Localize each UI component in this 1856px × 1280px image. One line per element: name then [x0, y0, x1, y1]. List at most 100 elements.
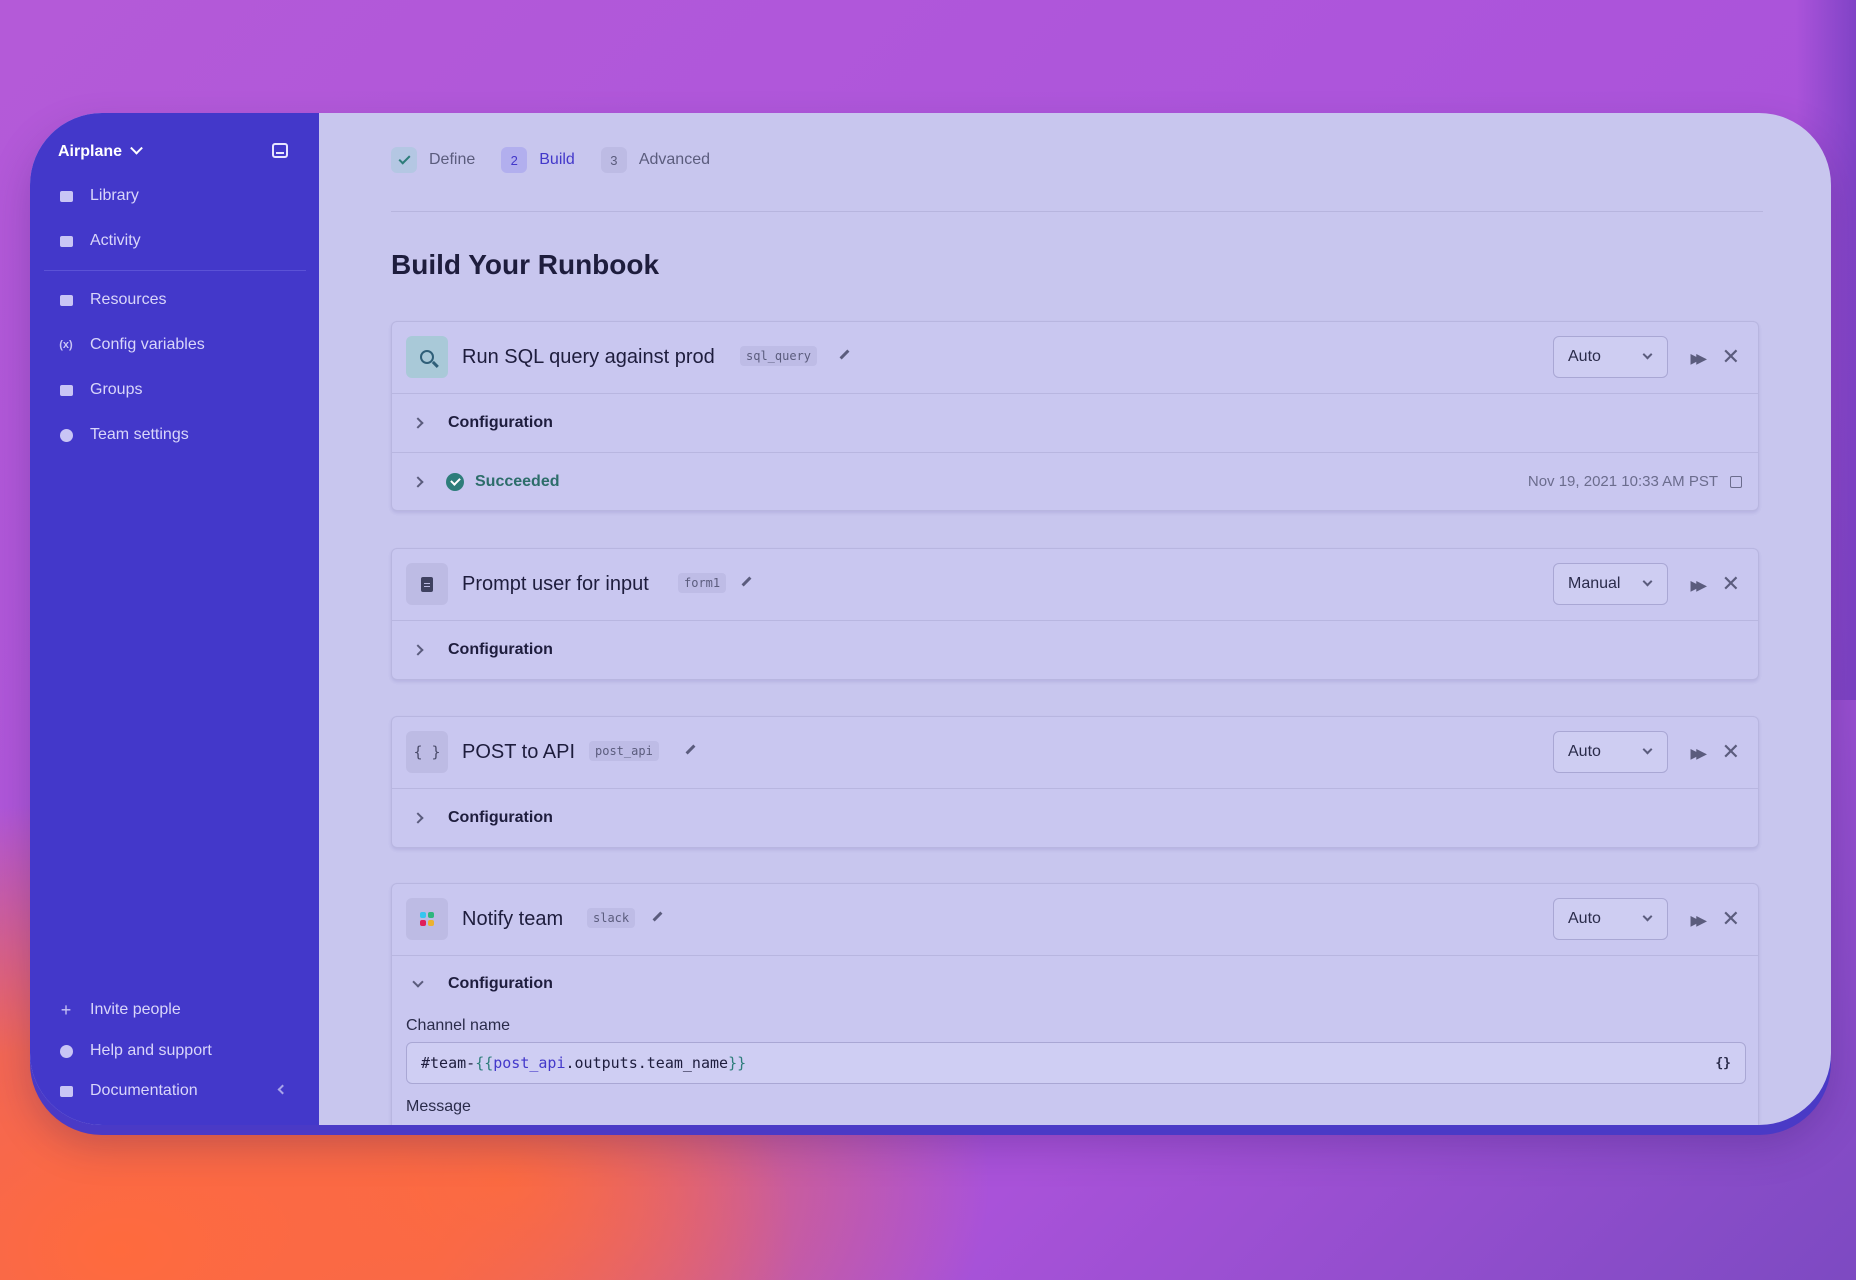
- step-define[interactable]: Define: [391, 147, 475, 173]
- pencil-icon[interactable]: [682, 743, 696, 757]
- sidebar-item-library[interactable]: Library: [58, 181, 298, 211]
- configuration-toggle[interactable]: Configuration: [392, 621, 1758, 679]
- block-slug: form1: [678, 573, 727, 593]
- channel-name-label: Channel name: [406, 1017, 511, 1034]
- sidebar-item-label: Library: [90, 187, 139, 204]
- collapse-sidebar-icon[interactable]: [277, 1084, 288, 1095]
- stepper-divider: [391, 211, 1763, 212]
- fast-forward-icon[interactable]: ▶▶: [1690, 577, 1706, 594]
- sidebar-item-help[interactable]: Help and support: [58, 1036, 298, 1066]
- users-icon: [58, 382, 74, 398]
- fast-forward-icon[interactable]: ▶▶: [1690, 912, 1706, 929]
- run-mode-select[interactable]: Auto: [1553, 731, 1668, 773]
- sidebar: Airplane Library Activity Resources (x) …: [30, 113, 319, 1125]
- template-close: }}: [728, 1054, 747, 1072]
- step-build[interactable]: 2 Build: [501, 147, 575, 173]
- stepper: Define 2 Build 3 Advanced: [391, 147, 736, 173]
- template-open: {{: [475, 1054, 494, 1072]
- workspace-name: Airplane: [58, 143, 123, 160]
- template-icon[interactable]: {}: [1715, 1056, 1731, 1071]
- template-ref: post_api: [493, 1054, 566, 1072]
- variable-icon: (x): [59, 339, 73, 351]
- chevron-right-icon: [412, 475, 424, 488]
- run-status-row[interactable]: Succeeded Nov 19, 2021 10:33 AM PST: [392, 452, 1758, 510]
- sidebar-item-team-settings[interactable]: Team settings: [58, 420, 298, 450]
- code-braces-icon: { }: [406, 731, 448, 773]
- run-mode-select[interactable]: Manual: [1553, 563, 1668, 605]
- block-header: Run SQL query against prod sql_query Aut…: [392, 322, 1758, 394]
- chevron-right-icon: [412, 644, 424, 656]
- step-label: Build: [539, 151, 575, 168]
- run-mode-value: Auto: [1568, 348, 1601, 365]
- channel-prefix: #team-: [421, 1054, 476, 1072]
- chevron-down-icon: [1642, 744, 1653, 755]
- step-badge: [391, 147, 417, 173]
- check-circle-icon: [446, 472, 464, 491]
- docs-icon: [58, 1083, 74, 1099]
- run-mode-select[interactable]: Auto: [1553, 898, 1668, 940]
- sidebar-item-label: Config variables: [90, 336, 205, 353]
- chevron-down-icon: [1642, 576, 1653, 587]
- block-card-form1: Prompt user for input form1 Manual ▶▶ ✕ …: [391, 548, 1759, 680]
- sidebar-item-invite-people[interactable]: + Invite people: [58, 995, 298, 1025]
- sidebar-divider: [44, 270, 306, 271]
- configuration-toggle[interactable]: Configuration: [392, 394, 1758, 452]
- chevron-right-icon: [412, 417, 424, 429]
- block-card-post-api: { } POST to API post_api Auto ▶▶ ✕ Confi…: [391, 716, 1759, 848]
- search-icon: [406, 336, 448, 378]
- close-icon[interactable]: ✕: [1722, 346, 1740, 368]
- block-card-slack: Notify team slack Auto ▶▶ ✕ Configuratio…: [391, 883, 1759, 1125]
- external-link-icon[interactable]: [1730, 475, 1742, 488]
- fast-forward-icon[interactable]: ▶▶: [1690, 350, 1706, 367]
- app-window: Airplane Library Activity Resources (x) …: [30, 113, 1831, 1125]
- sidebar-item-label: Help and support: [90, 1042, 212, 1059]
- block-header: { } POST to API post_api Auto ▶▶ ✕: [392, 717, 1758, 789]
- sidebar-item-activity[interactable]: Activity: [58, 226, 298, 256]
- gear-icon: [58, 427, 74, 443]
- run-mode-value: Auto: [1568, 910, 1601, 927]
- block-header: Prompt user for input form1 Manual ▶▶ ✕: [392, 549, 1758, 621]
- workspace-switcher[interactable]: Airplane: [58, 137, 288, 167]
- plus-icon: +: [60, 999, 72, 1020]
- step-label: Define: [429, 151, 476, 168]
- chevron-down-icon: [1642, 349, 1653, 360]
- configuration-toggle[interactable]: Configuration: [392, 956, 1758, 1012]
- sidebar-item-label: Activity: [90, 232, 141, 249]
- run-status: Succeeded: [475, 472, 560, 490]
- block-slug: sql_query: [740, 346, 818, 366]
- inbox-icon[interactable]: [272, 143, 288, 158]
- pencil-icon[interactable]: [649, 910, 663, 924]
- pencil-icon[interactable]: [738, 575, 752, 589]
- block-slug: post_api: [589, 741, 659, 761]
- step-label: Advanced: [638, 151, 710, 168]
- step-advanced[interactable]: 3 Advanced: [600, 147, 710, 173]
- block-header: Notify team slack Auto ▶▶ ✕: [392, 884, 1758, 956]
- close-icon[interactable]: ✕: [1722, 741, 1740, 763]
- library-icon: [58, 188, 74, 204]
- pencil-icon[interactable]: [836, 348, 850, 362]
- configuration-toggle[interactable]: Configuration: [392, 789, 1758, 847]
- sidebar-item-label: Team settings: [90, 426, 189, 443]
- sidebar-item-groups[interactable]: Groups: [58, 375, 298, 405]
- fast-forward-icon[interactable]: ▶▶: [1690, 745, 1706, 762]
- step-badge: 3: [600, 147, 627, 173]
- close-icon[interactable]: ✕: [1722, 573, 1740, 595]
- puzzle-icon: [58, 292, 74, 308]
- run-mode-select[interactable]: Auto: [1553, 336, 1668, 378]
- run-timestamp: Nov 19, 2021 10:33 AM PST: [1527, 473, 1718, 490]
- main-content: Define 2 Build 3 Advanced Build Your Run…: [319, 113, 1831, 1125]
- sidebar-item-label: Invite people: [90, 1001, 181, 1018]
- check-icon: [397, 152, 411, 165]
- sidebar-item-label: Groups: [90, 381, 143, 398]
- message-label: Message: [406, 1098, 471, 1115]
- template-path: .outputs.team_name: [565, 1054, 729, 1072]
- configuration-label: Configuration: [448, 809, 553, 826]
- sidebar-item-resources[interactable]: Resources: [58, 285, 298, 315]
- block-title: POST to API: [462, 741, 576, 763]
- channel-name-input[interactable]: #team-{{post_api .outputs.team_name}} {}: [406, 1042, 1746, 1084]
- sidebar-item-documentation[interactable]: Documentation: [58, 1076, 298, 1106]
- sidebar-item-config-variables[interactable]: (x) Config variables: [58, 330, 298, 360]
- sidebar-item-label: Documentation: [90, 1082, 198, 1099]
- step-badge: 2: [501, 147, 528, 173]
- close-icon[interactable]: ✕: [1722, 908, 1740, 930]
